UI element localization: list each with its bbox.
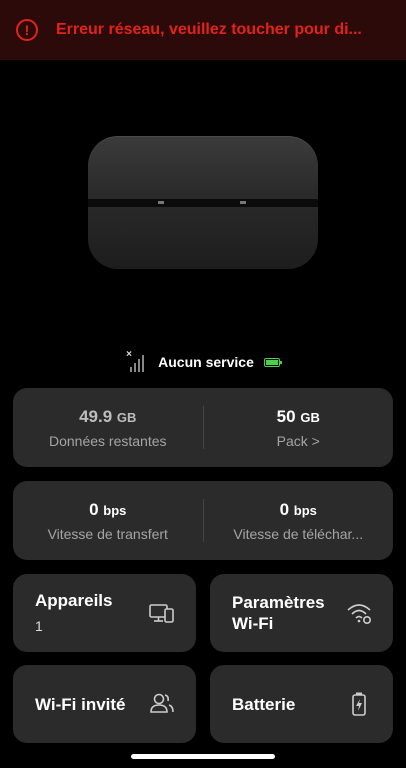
pack-unit: GB xyxy=(300,409,320,425)
download-speed-label: Vitesse de téléchar... xyxy=(233,525,364,542)
home-indicator[interactable] xyxy=(131,754,275,759)
router-device-image xyxy=(88,136,318,269)
upload-speed-section: 0 bps Vitesse de transfert xyxy=(13,481,203,560)
upload-speed-unit: bps xyxy=(103,502,127,518)
wifi-settings-icon xyxy=(347,604,371,624)
upload-speed-label: Vitesse de transfert xyxy=(47,525,168,542)
network-error-text: Erreur réseau, veuillez toucher pour di.… xyxy=(56,21,362,38)
pack-link[interactable]: Pack > xyxy=(277,433,320,449)
devices-title: Appareils xyxy=(35,591,113,610)
device-signal-led xyxy=(158,201,164,204)
speed-card: 0 bps Vitesse de transfert 0 bps Vitesse… xyxy=(13,481,393,560)
devices-tile[interactable]: Appareils 1 xyxy=(13,574,196,652)
guest-users-icon xyxy=(150,693,174,713)
service-status-text: Aucun service xyxy=(158,354,254,370)
pack-section[interactable]: 50 GB Pack > xyxy=(204,388,394,467)
battery-title: Batterie xyxy=(232,695,296,714)
device-battery-led xyxy=(240,201,246,204)
battery-tile[interactable]: Batterie xyxy=(210,665,393,743)
wifi-settings-tile[interactable]: Paramètres Wi-Fi xyxy=(210,574,393,652)
download-speed-section: 0 bps Vitesse de téléchar... xyxy=(204,481,394,560)
wifi-settings-title-line1: Paramètres xyxy=(232,593,325,612)
devices-count: 1 xyxy=(35,618,43,634)
connection-status: × Aucun service xyxy=(0,349,406,372)
guest-wifi-tile[interactable]: Wi-Fi invité xyxy=(13,665,196,743)
wifi-settings-title-line2: Wi-Fi xyxy=(232,614,274,633)
remaining-data-label: Données restantes xyxy=(48,432,167,449)
guest-wifi-title: Wi-Fi invité xyxy=(35,695,126,714)
device-front-strip xyxy=(88,199,318,207)
remaining-data-unit: GB xyxy=(116,409,137,425)
download-speed-unit: bps xyxy=(293,502,317,518)
battery-icon xyxy=(263,357,282,367)
devices-icon xyxy=(149,604,174,623)
exclamation-circle-icon: ! xyxy=(16,19,38,41)
data-usage-card: 49.9 GB Données restantes 50 GB Pack > xyxy=(13,388,393,467)
remaining-data-section: 49.9 GB Données restantes xyxy=(13,388,203,467)
pack-value: 50 xyxy=(276,406,296,426)
upload-speed-value: 0 xyxy=(89,499,99,519)
no-signal-icon: × xyxy=(126,349,148,372)
remaining-data-value: 49.9 xyxy=(79,406,113,426)
battery-charging-icon xyxy=(352,692,366,716)
network-error-banner[interactable]: ! Erreur réseau, veuillez toucher pour d… xyxy=(0,0,406,60)
download-speed-value: 0 xyxy=(279,499,290,519)
